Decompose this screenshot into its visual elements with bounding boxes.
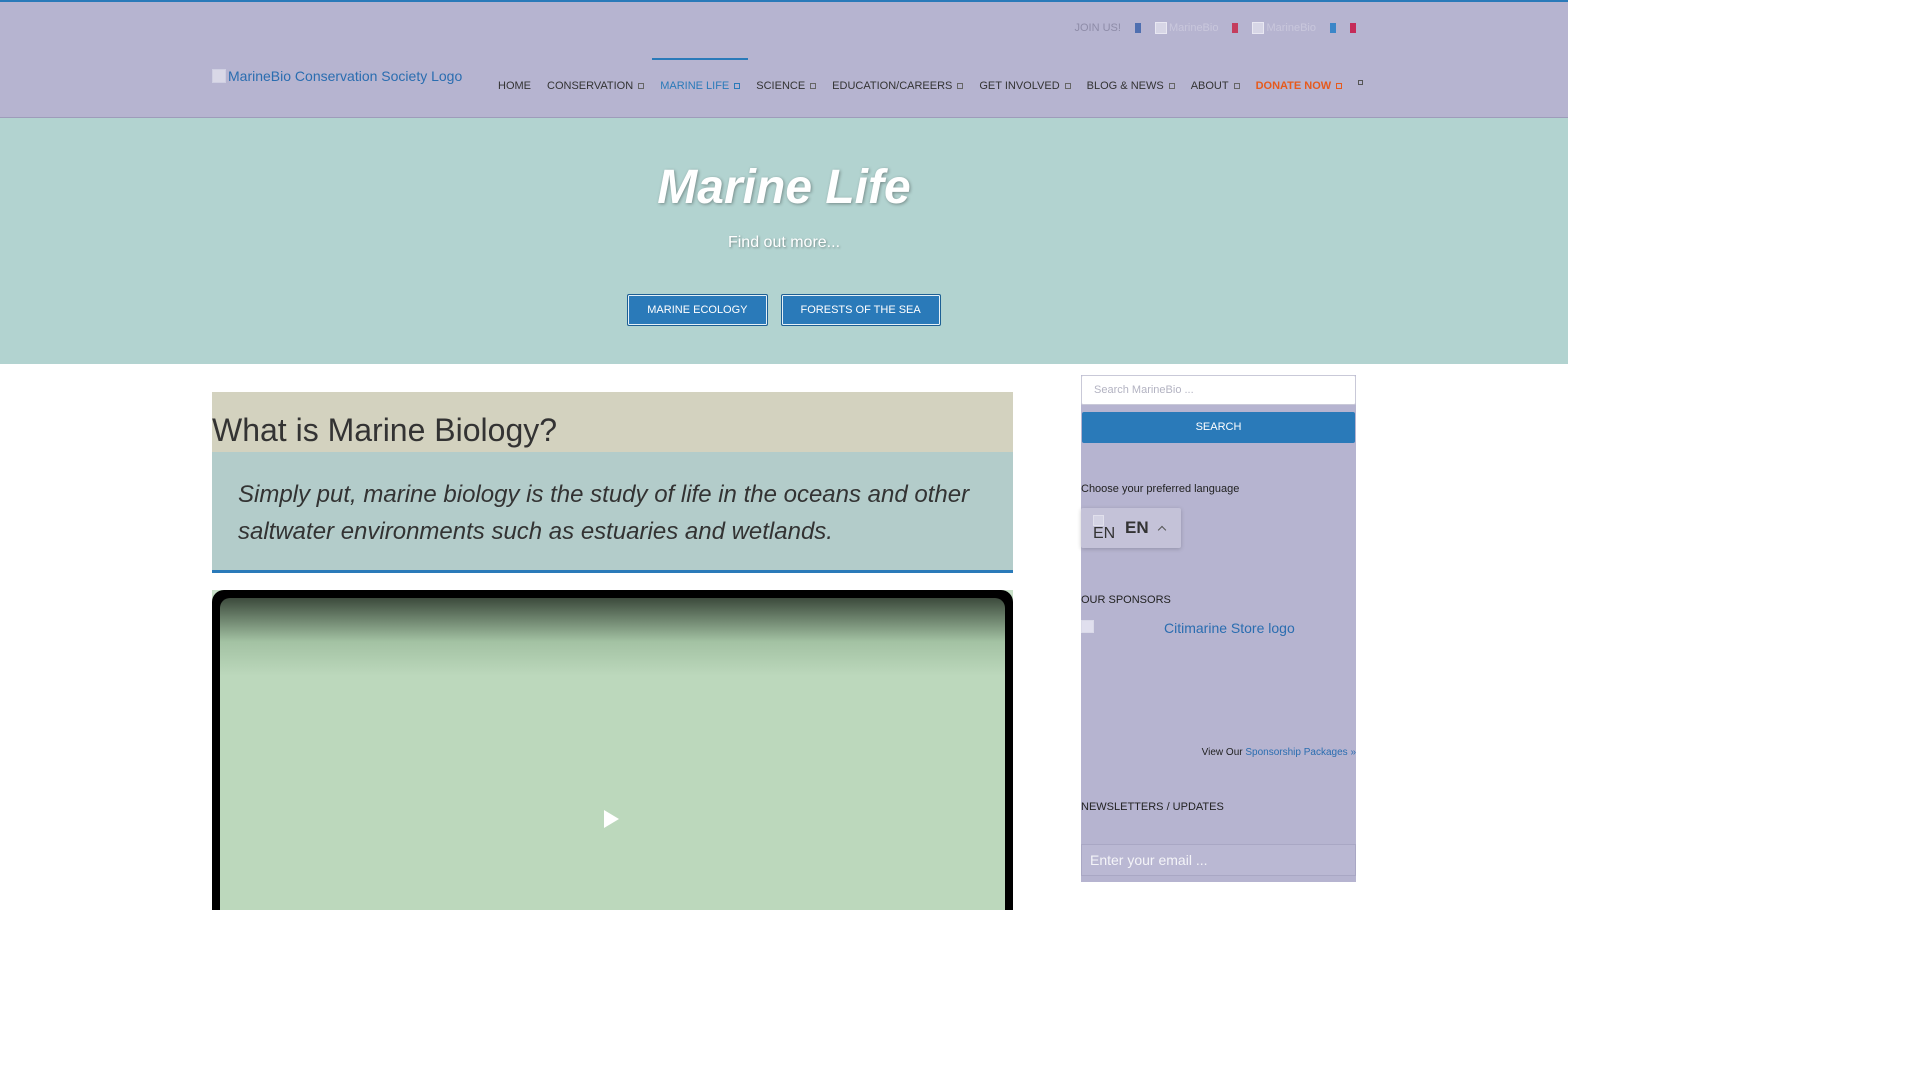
search-button[interactable]: SEARCH [1082, 412, 1355, 443]
nav-item-label: GET INVOLVED [979, 80, 1060, 92]
nav-item-about[interactable]: ABOUT [1183, 58, 1248, 118]
email-field[interactable] [1081, 844, 1356, 876]
hero-title: Marine Life [657, 161, 911, 214]
caret-down-icon [638, 83, 645, 89]
site-logo[interactable]: MarineBio Conservation Society Logo [212, 68, 462, 84]
nav-item-label: DONATE NOW [1255, 80, 1332, 92]
play-icon[interactable] [604, 810, 619, 828]
caret-down-icon [1233, 83, 1240, 89]
nav-item-label: HOME [498, 80, 531, 92]
social-image-2[interactable]: MarineBio [1252, 22, 1316, 34]
social-image-1[interactable]: MarineBio [1154, 22, 1219, 34]
newsletter-title: NEWSLETTERS / UPDATES [1081, 801, 1224, 813]
nav-item-home[interactable]: HOME [498, 58, 539, 118]
main-navigation: MarineBio Conservation Society Logo HOME… [0, 58, 1568, 118]
instagram-icon[interactable] [1350, 23, 1356, 33]
broken-image-icon [1252, 22, 1265, 34]
join-us-link[interactable]: JOIN US! [1074, 22, 1120, 34]
video-screen[interactable] [220, 598, 1005, 910]
sidebar: SEARCH Choose your preferred language EN… [1081, 375, 1356, 882]
caret-down-icon [810, 83, 817, 89]
language-label: Choose your preferred language [1081, 483, 1240, 495]
hero-banner: Marine Life Find out more... MARINE ECOL… [0, 118, 1568, 364]
sponsor-logo[interactable]: Citimarine Store logo [1081, 620, 1295, 636]
broken-image-icon [1081, 620, 1094, 633]
nav-item-label: EDUCATION/CAREERS [832, 80, 953, 92]
broken-image-icon [1093, 515, 1104, 526]
forests-of-the-sea-button[interactable]: FORESTS OF THE SEA [780, 294, 941, 326]
nav-item-label: MARINE LIFE [660, 80, 730, 92]
caret-down-icon [1064, 83, 1071, 89]
hero-subtitle: Find out more... [727, 234, 841, 251]
language-code: EN [1125, 518, 1149, 537]
caret-down-icon [734, 83, 741, 89]
site-logo-alt: MarineBio Conservation Society Logo [228, 68, 463, 84]
search-input[interactable] [1081, 375, 1356, 405]
pinterest-icon[interactable] [1232, 23, 1239, 33]
language-flag: EN [1093, 513, 1115, 543]
nav-item-label: ABOUT [1190, 80, 1229, 92]
nav-item-science[interactable]: SCIENCE [748, 58, 824, 118]
hero-buttons: MARINE ECOLOGY FORESTS OF THE SEA [0, 294, 1568, 326]
language-picker[interactable]: EN EN [1081, 508, 1181, 548]
intro-box: Simply put, marine biology is the study … [212, 452, 1013, 573]
nav-menu: HOME CONSERVATION MARINE LIFE SCIENCE ED… [498, 58, 1364, 118]
search-icon[interactable] [1358, 80, 1364, 85]
top-bar: JOIN US! MarineBio MarineBio [0, 0, 1568, 58]
video-section [212, 590, 1013, 910]
top-bar-links: JOIN US! MarineBio MarineBio [1074, 22, 1356, 34]
intro-text: Simply put, marine biology is the study … [238, 481, 970, 545]
main-content: What is Marine Biology? Simply put, mari… [212, 392, 1013, 910]
nav-item-label: CONSERVATION [547, 80, 634, 92]
sponsorship-packages-link[interactable]: Sponsorship Packages » [1245, 747, 1356, 758]
broken-image-icon [212, 69, 226, 83]
nav-item-donate-now[interactable]: DONATE NOW [1248, 58, 1351, 118]
twitter-icon[interactable] [1330, 23, 1336, 33]
facebook-icon[interactable] [1134, 23, 1141, 33]
nav-item-marine-life[interactable]: MARINE LIFE [652, 58, 749, 118]
nav-item-blog-news[interactable]: BLOG & NEWS [1079, 58, 1183, 118]
nav-item-get-involved[interactable]: GET INVOLVED [971, 58, 1078, 118]
caret-down-icon [1168, 83, 1175, 89]
marine-ecology-button[interactable]: MARINE ECOLOGY [627, 294, 768, 326]
sponsors-title: OUR SPONSORS [1081, 594, 1171, 606]
nav-item-education-careers[interactable]: EDUCATION/CAREERS [824, 58, 971, 118]
video-player[interactable] [212, 590, 1013, 910]
social-image-1-alt: MarineBio [1168, 22, 1219, 34]
caret-down-icon [957, 83, 964, 89]
broken-image-icon [1154, 22, 1167, 34]
nav-item-label: BLOG & NEWS [1086, 80, 1164, 92]
sponsorship-line: View Our Sponsorship Packages » [1202, 747, 1356, 758]
language-flag-alt: EN [1093, 525, 1116, 542]
nav-item-label: SCIENCE [756, 80, 806, 92]
social-image-2-alt: MarineBio [1266, 22, 1316, 34]
sponsor-logo-alt: Citimarine Store logo [1164, 620, 1295, 636]
chevron-up-icon [1157, 525, 1166, 535]
caret-down-icon [1336, 83, 1343, 89]
page-heading: What is Marine Biology? [212, 412, 558, 448]
nav-item-conservation[interactable]: CONSERVATION [539, 58, 652, 118]
heading-box: What is Marine Biology? [212, 392, 1013, 452]
sponsorship-prefix: View Our [1201, 747, 1243, 758]
